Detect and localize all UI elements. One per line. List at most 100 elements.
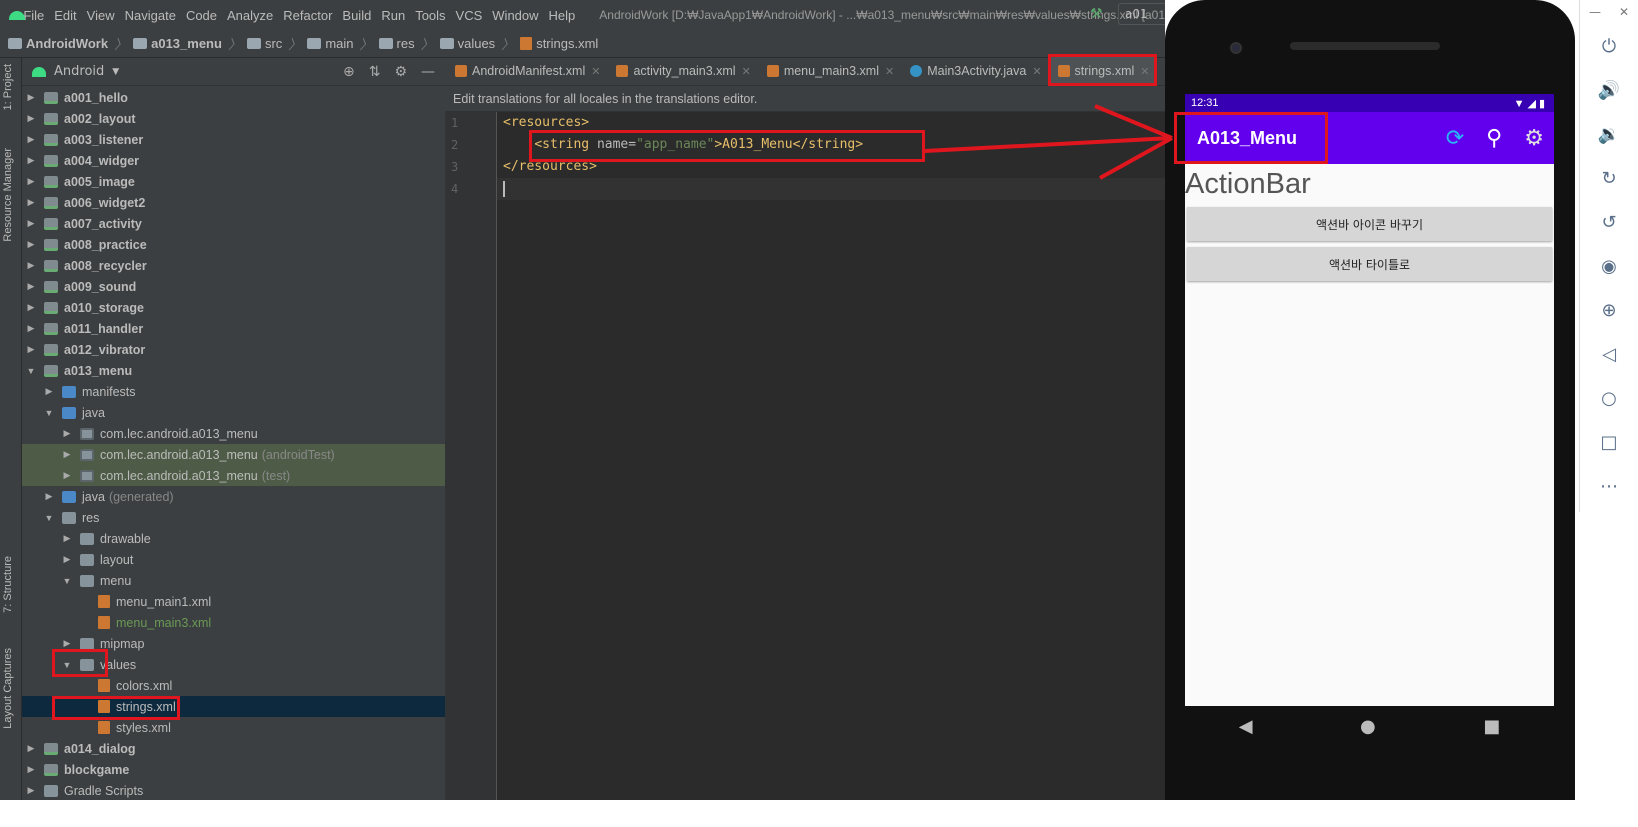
camera-icon[interactable]: ◉ bbox=[1580, 244, 1638, 288]
resource-manager-tool-tab[interactable]: Resource Manager bbox=[2, 148, 14, 242]
tree-item-package-test[interactable]: ▶ com.lec.android.a013_menu (test) bbox=[22, 465, 445, 486]
breadcrumb-values[interactable]: values 〉 bbox=[439, 34, 521, 53]
expand-arrow-icon[interactable]: ▶ bbox=[44, 491, 54, 502]
breadcrumb-project[interactable]: AndroidWork 〉 bbox=[8, 34, 133, 53]
menu-edit[interactable]: Edit bbox=[54, 8, 76, 23]
tree-item-a004[interactable]: ▶ a004_widger bbox=[22, 150, 445, 171]
tree-item-mipmap[interactable]: ▶ mipmap bbox=[22, 633, 445, 654]
menu-window[interactable]: Window bbox=[492, 8, 538, 23]
breadcrumb-src[interactable]: src 〉 bbox=[246, 34, 307, 53]
expand-arrow-icon[interactable]: ▶ bbox=[26, 239, 36, 250]
menu-file[interactable]: File bbox=[23, 8, 44, 23]
home-icon[interactable]: ○ bbox=[1580, 376, 1638, 420]
search-icon[interactable]: ⚲ bbox=[1486, 126, 1502, 151]
expand-arrow-icon[interactable]: ▶ bbox=[62, 554, 72, 565]
menu-refactor[interactable]: Refactor bbox=[283, 8, 332, 23]
code-line-current[interactable] bbox=[497, 178, 1165, 200]
tree-item-a006[interactable]: ▶ a006_widget2 bbox=[22, 192, 445, 213]
menu-analyze[interactable]: Analyze bbox=[227, 8, 273, 23]
expand-arrow-icon[interactable]: ▶ bbox=[26, 134, 36, 145]
code-line[interactable]: </resources> bbox=[497, 156, 1165, 178]
close-icon[interactable]: ✕ bbox=[1032, 65, 1041, 78]
tree-item-values[interactable]: ▼ values bbox=[22, 654, 445, 675]
tab-android-manifest[interactable]: AndroidManifest.xml ✕ bbox=[445, 57, 606, 85]
tab-activity-main3[interactable]: activity_main3.xml ✕ bbox=[606, 57, 756, 85]
hide-panel-icon[interactable]: — bbox=[421, 64, 435, 80]
tree-item-strings[interactable]: strings.xml bbox=[22, 696, 445, 717]
collapse-arrow-icon[interactable]: ▼ bbox=[62, 576, 72, 586]
close-icon[interactable]: ✕ bbox=[1140, 65, 1149, 78]
tree-item-blockgame[interactable]: ▶ blockgame bbox=[22, 759, 445, 780]
expand-arrow-icon[interactable]: ▶ bbox=[26, 302, 36, 313]
power-icon[interactable]: ⏻ bbox=[1580, 24, 1638, 68]
run-configuration-select[interactable]: a01 bbox=[1118, 3, 1165, 25]
expand-arrow-icon[interactable]: ▶ bbox=[26, 92, 36, 103]
back-icon[interactable]: ◀ bbox=[1239, 716, 1253, 737]
expand-arrow-icon[interactable]: ▶ bbox=[44, 386, 54, 397]
expand-arrow-icon[interactable]: ▶ bbox=[62, 533, 72, 544]
expand-arrow-icon[interactable]: ▶ bbox=[26, 281, 36, 292]
expand-arrow-icon[interactable]: ▶ bbox=[26, 344, 36, 355]
refresh-icon[interactable]: ⟳ bbox=[1446, 126, 1464, 151]
tree-item-gradle-scripts[interactable]: ▶ Gradle Scripts bbox=[22, 780, 445, 800]
close-icon[interactable]: ✕ bbox=[591, 65, 600, 78]
locate-icon[interactable]: ⊕ bbox=[343, 64, 355, 80]
breadcrumb-main[interactable]: main 〉 bbox=[307, 34, 378, 53]
tree-item-a014[interactable]: ▶ a014_dialog bbox=[22, 738, 445, 759]
tree-item-styles[interactable]: styles.xml bbox=[22, 717, 445, 738]
overview-icon[interactable]: □ bbox=[1580, 420, 1638, 464]
tree-item-menu-main3[interactable]: menu_main3.xml bbox=[22, 612, 445, 633]
tree-item-res[interactable]: ▼ res bbox=[22, 507, 445, 528]
rotate-left-icon[interactable]: ↻ bbox=[1580, 156, 1638, 200]
structure-tool-tab[interactable]: 7: Structure bbox=[2, 556, 14, 613]
expand-arrow-icon[interactable]: ▶ bbox=[26, 260, 36, 271]
expand-arrow-icon[interactable]: ▶ bbox=[62, 449, 72, 460]
tree-item-java-generated[interactable]: ▶ java (generated) bbox=[22, 486, 445, 507]
code-editor[interactable]: <resources> <string name="app_name">A013… bbox=[497, 112, 1165, 200]
layout-captures-tool-tab[interactable]: Layout Captures bbox=[2, 648, 14, 729]
close-icon[interactable]: ✕ bbox=[742, 65, 751, 78]
change-title-button[interactable]: 액션바 타이틀로 bbox=[1187, 247, 1552, 281]
expand-arrow-icon[interactable]: ▶ bbox=[62, 470, 72, 481]
menu-tools[interactable]: Tools bbox=[415, 8, 445, 23]
code-line[interactable]: <string name="app_name">A013_Menu</strin… bbox=[497, 134, 1165, 156]
tree-item-colors[interactable]: colors.xml bbox=[22, 675, 445, 696]
tree-item-a003[interactable]: ▶ a003_listener bbox=[22, 129, 445, 150]
tree-item-layout[interactable]: ▶ layout bbox=[22, 549, 445, 570]
tree-item-a002[interactable]: ▶ a002_layout bbox=[22, 108, 445, 129]
breadcrumb-file[interactable]: strings.xml bbox=[520, 36, 598, 51]
menu-vcs[interactable]: VCS bbox=[456, 8, 483, 23]
menu-run[interactable]: Run bbox=[381, 8, 405, 23]
tree-item-menu[interactable]: ▼ menu bbox=[22, 570, 445, 591]
expand-arrow-icon[interactable]: ▶ bbox=[26, 323, 36, 334]
collapse-arrow-icon[interactable]: ▼ bbox=[62, 660, 72, 670]
expand-arrow-icon[interactable]: ▶ bbox=[26, 743, 36, 754]
expand-arrow-icon[interactable]: ▶ bbox=[62, 428, 72, 439]
tab-strings[interactable]: strings.xml ✕ bbox=[1047, 57, 1156, 85]
minimize-icon[interactable]: — bbox=[1589, 5, 1601, 19]
menu-navigate[interactable]: Navigate bbox=[125, 8, 176, 23]
close-icon[interactable]: ✕ bbox=[885, 65, 894, 78]
tree-item-a011[interactable]: ▶ a011_handler bbox=[22, 318, 445, 339]
code-line[interactable]: <resources> bbox=[497, 112, 1165, 134]
menu-view[interactable]: View bbox=[87, 8, 115, 23]
tree-item-a008-recycler[interactable]: ▶ a008_recycler bbox=[22, 255, 445, 276]
expand-arrow-icon[interactable]: ▶ bbox=[26, 113, 36, 124]
tree-item-a009[interactable]: ▶ a009_sound bbox=[22, 276, 445, 297]
breadcrumb-res[interactable]: res 〉 bbox=[378, 34, 440, 53]
tree-item-a010[interactable]: ▶ a010_storage bbox=[22, 297, 445, 318]
collapse-arrow-icon[interactable]: ▼ bbox=[26, 366, 36, 376]
tab-menu-main3[interactable]: menu_main3.xml ✕ bbox=[757, 57, 900, 85]
tree-item-a008-practice[interactable]: ▶ a008_practice bbox=[22, 234, 445, 255]
zoom-icon[interactable]: ⊕ bbox=[1580, 288, 1638, 332]
gear-icon[interactable]: ⚙ bbox=[394, 64, 407, 80]
menu-build[interactable]: Build bbox=[342, 8, 371, 23]
close-icon[interactable]: ✕ bbox=[1619, 5, 1629, 19]
collapse-arrow-icon[interactable]: ▼ bbox=[44, 513, 54, 523]
back-icon[interactable]: ◁ bbox=[1580, 332, 1638, 376]
tree-item-a007[interactable]: ▶ a007_activity bbox=[22, 213, 445, 234]
tree-item-package[interactable]: ▶ com.lec.android.a013_menu bbox=[22, 423, 445, 444]
home-icon[interactable]: ● bbox=[1360, 716, 1376, 737]
tree-item-package-androidtest[interactable]: ▶ com.lec.android.a013_menu (androidTest) bbox=[22, 444, 445, 465]
tab-main3activity[interactable]: Main3Activity.java ✕ bbox=[900, 57, 1047, 85]
